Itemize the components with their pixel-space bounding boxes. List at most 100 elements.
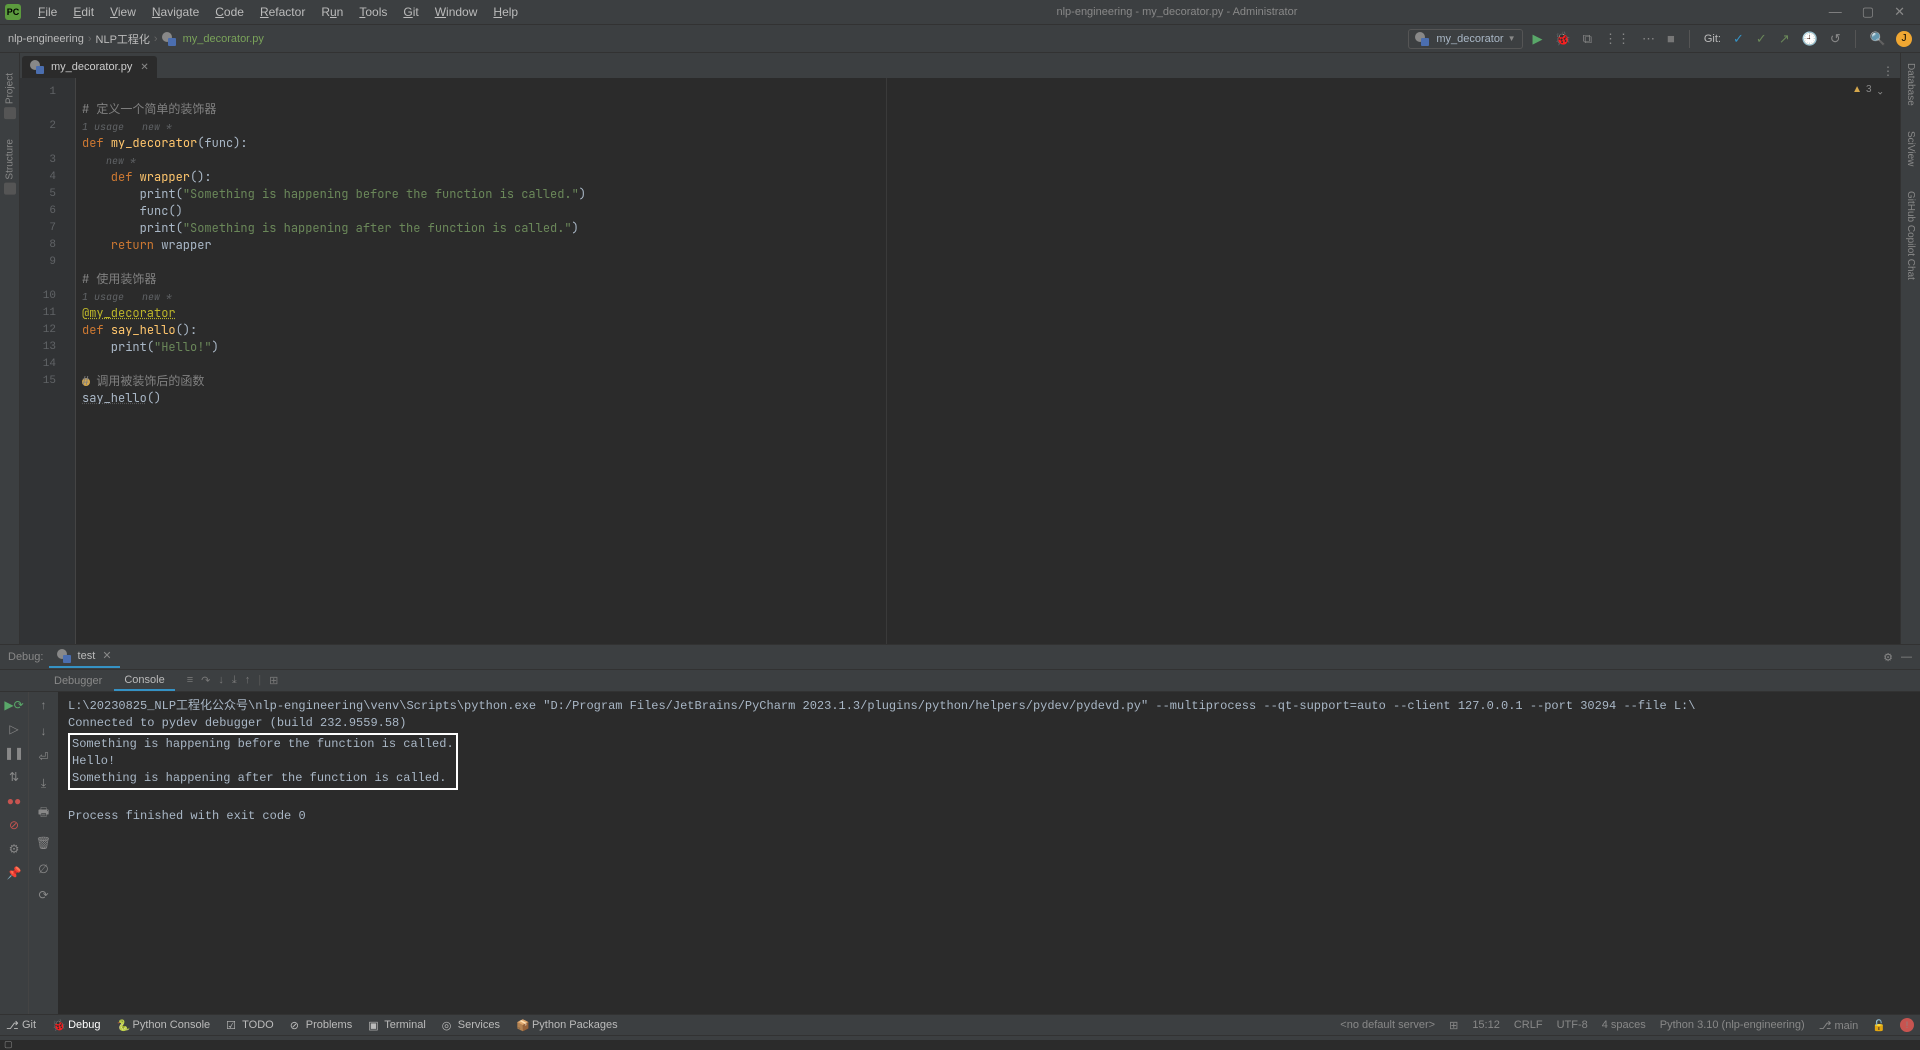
resume-icon[interactable]: ▷: [9, 722, 18, 736]
pause-icon[interactable]: ❚❚: [4, 746, 24, 760]
problems-button[interactable]: ⊘Problems: [290, 1019, 352, 1031]
breadcrumb-project[interactable]: nlp-engineering: [8, 33, 84, 45]
soft-wrap-icon[interactable]: ⏎: [38, 750, 48, 764]
line-number[interactable]: 14: [20, 356, 56, 373]
clear-icon[interactable]: 🗑: [36, 836, 51, 850]
line-number[interactable]: 4: [20, 169, 56, 186]
history-icon[interactable]: ⟳: [38, 888, 48, 902]
structure-toolwindow-button[interactable]: Structure: [4, 139, 16, 195]
menu-view[interactable]: View: [103, 2, 143, 22]
git-toolwindow-button[interactable]: ⎇Git: [6, 1019, 36, 1031]
console-output[interactable]: L:\20230825_NLP工程化公众号\nlp-engineering\ve…: [58, 692, 1920, 1014]
todo-button[interactable]: ☑TODO: [226, 1019, 274, 1031]
close-button[interactable]: ✕: [1894, 4, 1905, 20]
git-commit-button[interactable]: ✓: [1754, 31, 1769, 47]
stop-button[interactable]: ■: [1665, 31, 1677, 46]
menu-refactor[interactable]: Refactor: [253, 2, 312, 22]
search-everywhere-button[interactable]: 🔍: [1868, 31, 1888, 47]
code-editor[interactable]: # 定义一个简单的装饰器 1 usage new * def my_decora…: [76, 78, 1900, 644]
line-number[interactable]: 12: [20, 322, 56, 339]
debugger-tab[interactable]: Debugger: [44, 672, 112, 690]
line-number[interactable]: 3: [20, 152, 56, 169]
tabs-overflow-icon[interactable]: ⋮: [1882, 64, 1894, 78]
pin-icon[interactable]: 📌: [7, 866, 22, 880]
breadcrumb-folder[interactable]: NLP工程化: [96, 31, 150, 47]
debug-settings-icon[interactable]: ⚙: [1883, 651, 1893, 664]
line-number[interactable]: 15: [20, 373, 56, 390]
tool-icon[interactable]: ≡: [187, 674, 193, 687]
close-icon[interactable]: ✕: [102, 650, 111, 662]
python-interpreter[interactable]: Python 3.10 (nlp-engineering): [1660, 1019, 1805, 1031]
mute-breakpoints-icon[interactable]: ⊘: [9, 818, 19, 832]
menu-edit[interactable]: Edit: [66, 2, 101, 22]
py-console-icon[interactable]: ∅: [38, 862, 48, 876]
line-number[interactable]: 11: [20, 305, 56, 322]
avatar-icon[interactable]: J: [1896, 31, 1912, 47]
hide-panel-icon[interactable]: —: [1901, 651, 1912, 664]
menu-window[interactable]: Window: [428, 2, 485, 22]
view-breakpoints-icon[interactable]: ●●: [7, 794, 22, 808]
step-into-icon[interactable]: ↓: [218, 674, 224, 687]
step-into-my-icon[interactable]: ⤓: [232, 674, 237, 687]
fold-gutter[interactable]: [64, 78, 76, 644]
caret-position[interactable]: 15:12: [1472, 1019, 1500, 1031]
menu-git[interactable]: Git: [396, 2, 425, 22]
line-number[interactable]: 5: [20, 186, 56, 203]
menu-code[interactable]: Code: [208, 2, 251, 22]
services-button[interactable]: ◎Services: [442, 1019, 500, 1031]
run-button[interactable]: ▶: [1531, 31, 1545, 47]
step-out-icon[interactable]: ↑: [245, 674, 251, 687]
minimize-button[interactable]: —: [1829, 4, 1842, 20]
rerun-icon[interactable]: ▶⟳: [4, 698, 23, 712]
tab-my-decorator[interactable]: my_decorator.py ✕: [22, 56, 157, 78]
copilot-toolwindow-button[interactable]: GitHub Copilot Chat: [1905, 191, 1916, 280]
menu-navigate[interactable]: Navigate: [145, 2, 206, 22]
git-history-button[interactable]: 🕘: [1800, 31, 1820, 47]
console-tab[interactable]: Console: [114, 671, 174, 691]
down-icon[interactable]: ↓: [41, 724, 47, 738]
line-number[interactable]: 10: [20, 288, 56, 305]
python-packages-button[interactable]: 📦Python Packages: [516, 1019, 618, 1031]
debug-session-tab[interactable]: test ✕: [49, 646, 119, 668]
python-console-button[interactable]: 🐍Python Console: [116, 1019, 210, 1031]
print-icon[interactable]: 🖶: [38, 803, 49, 824]
project-toolwindow-button[interactable]: Project: [4, 73, 16, 119]
evaluate-icon[interactable]: ⊞: [269, 674, 278, 687]
status-server[interactable]: <no default server>: [1340, 1019, 1435, 1031]
run-configuration-select[interactable]: my_decorator ▼: [1408, 29, 1522, 49]
git-branch[interactable]: ⎇ main: [1819, 1019, 1859, 1032]
database-toolwindow-button[interactable]: Database: [1905, 63, 1916, 106]
sciview-toolwindow-button[interactable]: SciView: [1905, 131, 1916, 166]
line-number[interactable]: 7: [20, 220, 56, 237]
close-tab-icon[interactable]: ✕: [140, 62, 148, 73]
line-separator[interactable]: CRLF: [1514, 1019, 1543, 1031]
step-over-icon[interactable]: ↷: [201, 674, 210, 687]
line-number[interactable]: 8: [20, 237, 56, 254]
scroll-end-icon[interactable]: ⤓: [41, 776, 46, 791]
error-indicator-icon[interactable]: !: [1900, 1018, 1914, 1032]
up-icon[interactable]: ↑: [41, 698, 47, 712]
debug-toolwindow-button[interactable]: 🐞Debug: [52, 1019, 100, 1031]
indent-info[interactable]: 4 spaces: [1602, 1019, 1646, 1031]
line-number[interactable]: 2: [20, 118, 56, 135]
toolwindows-toggle-icon[interactable]: ▢: [0, 1039, 13, 1049]
breadcrumb-file[interactable]: my_decorator.py: [183, 33, 264, 45]
line-number[interactable]: 1: [20, 84, 56, 101]
terminal-button[interactable]: ▣Terminal: [368, 1019, 426, 1031]
line-number[interactable]: 6: [20, 203, 56, 220]
more-run-button[interactable]: ⋯: [1640, 31, 1657, 47]
debug-button[interactable]: 🐞: [1553, 31, 1573, 47]
menu-run[interactable]: Run: [314, 2, 350, 22]
line-number[interactable]: 13: [20, 339, 56, 356]
menu-file[interactable]: File: [31, 2, 64, 22]
git-rollback-button[interactable]: ↺: [1828, 31, 1843, 47]
stack-icon[interactable]: ⇅: [9, 770, 19, 784]
git-push-button[interactable]: ↗: [1777, 31, 1792, 47]
profile-button[interactable]: ⋮⋮: [1602, 31, 1632, 47]
git-pull-button[interactable]: ✓: [1731, 31, 1746, 47]
menu-help[interactable]: Help: [486, 2, 525, 22]
settings-icon[interactable]: ⚙: [9, 842, 20, 856]
line-number[interactable]: 9: [20, 254, 56, 271]
menu-tools[interactable]: Tools: [352, 2, 394, 22]
coverage-button[interactable]: ⧉: [1581, 31, 1594, 47]
